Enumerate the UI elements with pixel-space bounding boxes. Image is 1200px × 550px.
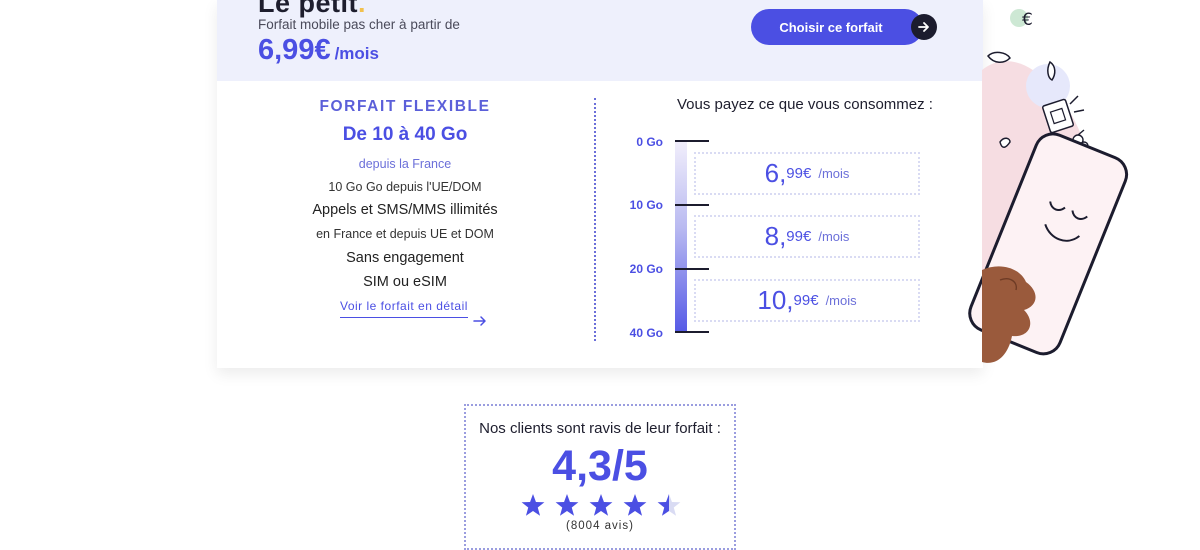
level-label-0: 0 Go <box>636 135 663 149</box>
data-from-france: depuis la France <box>358 157 452 171</box>
star-icon <box>521 494 545 516</box>
sim-feature: SIM ou eSIM <box>363 274 447 290</box>
data-eu-dom: 10 Go Go depuis l'UE/DOM <box>328 180 482 194</box>
reviews-score: 4,3/5 <box>552 442 648 490</box>
phone-illustration: € <box>960 0 1200 380</box>
calls-feature-detail: en France et depuis UE et DOM <box>316 227 494 241</box>
plan-card: Le petit. Forfait mobile pas cher à part… <box>217 0 983 368</box>
gauge-tick <box>675 140 709 142</box>
arrow-right-icon[interactable] <box>473 314 487 332</box>
reviews-count: (8004 avis) <box>566 520 634 532</box>
data-range: De 10 à 40 Go <box>342 124 468 145</box>
gauge-tick <box>675 268 709 270</box>
column-divider <box>594 98 596 341</box>
level-label-10: 10 Go <box>629 198 663 212</box>
level-label-20: 20 Go <box>629 262 663 276</box>
plan-subtitle: Forfait mobile pas cher à partir de <box>258 17 460 32</box>
price-tier-2: 8, 99€/mois <box>694 215 920 258</box>
plan-price-amount: 6,99€ <box>258 34 331 66</box>
reviews-box: Nos clients sont ravis de leur forfait :… <box>464 404 736 550</box>
star-icon <box>589 494 613 516</box>
commitment-feature: Sans engagement <box>346 250 464 266</box>
level-label-40: 40 Go <box>629 326 663 340</box>
euro-icon: € <box>1010 9 1033 30</box>
star-icon <box>657 494 681 516</box>
plan-price-period: /mois <box>334 44 379 63</box>
price-tier-3: 10, 99€/mois <box>694 279 920 322</box>
consumption-title: Vous payez ce que vous consommez : <box>677 96 933 113</box>
star-rating <box>521 494 681 516</box>
plan-price: 6,99€/mois <box>258 34 379 67</box>
price-tier-1: 6, 99€/mois <box>694 152 920 195</box>
gauge-tick <box>675 204 709 206</box>
reviews-title: Nos clients sont ravis de leur forfait : <box>479 420 721 437</box>
data-gauge <box>675 141 687 333</box>
calls-feature: Appels et SMS/MMS illimités <box>312 202 498 218</box>
star-icon <box>555 494 579 516</box>
flex-plan-title: FORFAIT FLEXIBLE <box>319 98 491 115</box>
svg-text:€: € <box>1022 10 1033 30</box>
star-icon <box>623 494 647 516</box>
plan-detail-link[interactable]: Voir le forfait en détail <box>340 299 468 318</box>
choose-plan-button[interactable]: Choisir ce forfait <box>751 9 923 45</box>
gauge-tick <box>675 331 709 333</box>
plan-header: Le petit. Forfait mobile pas cher à part… <box>217 0 983 81</box>
arrow-right-icon[interactable] <box>911 14 937 40</box>
plan-features: FORFAIT FLEXIBLE De 10 à 40 Go depuis la… <box>217 95 593 294</box>
